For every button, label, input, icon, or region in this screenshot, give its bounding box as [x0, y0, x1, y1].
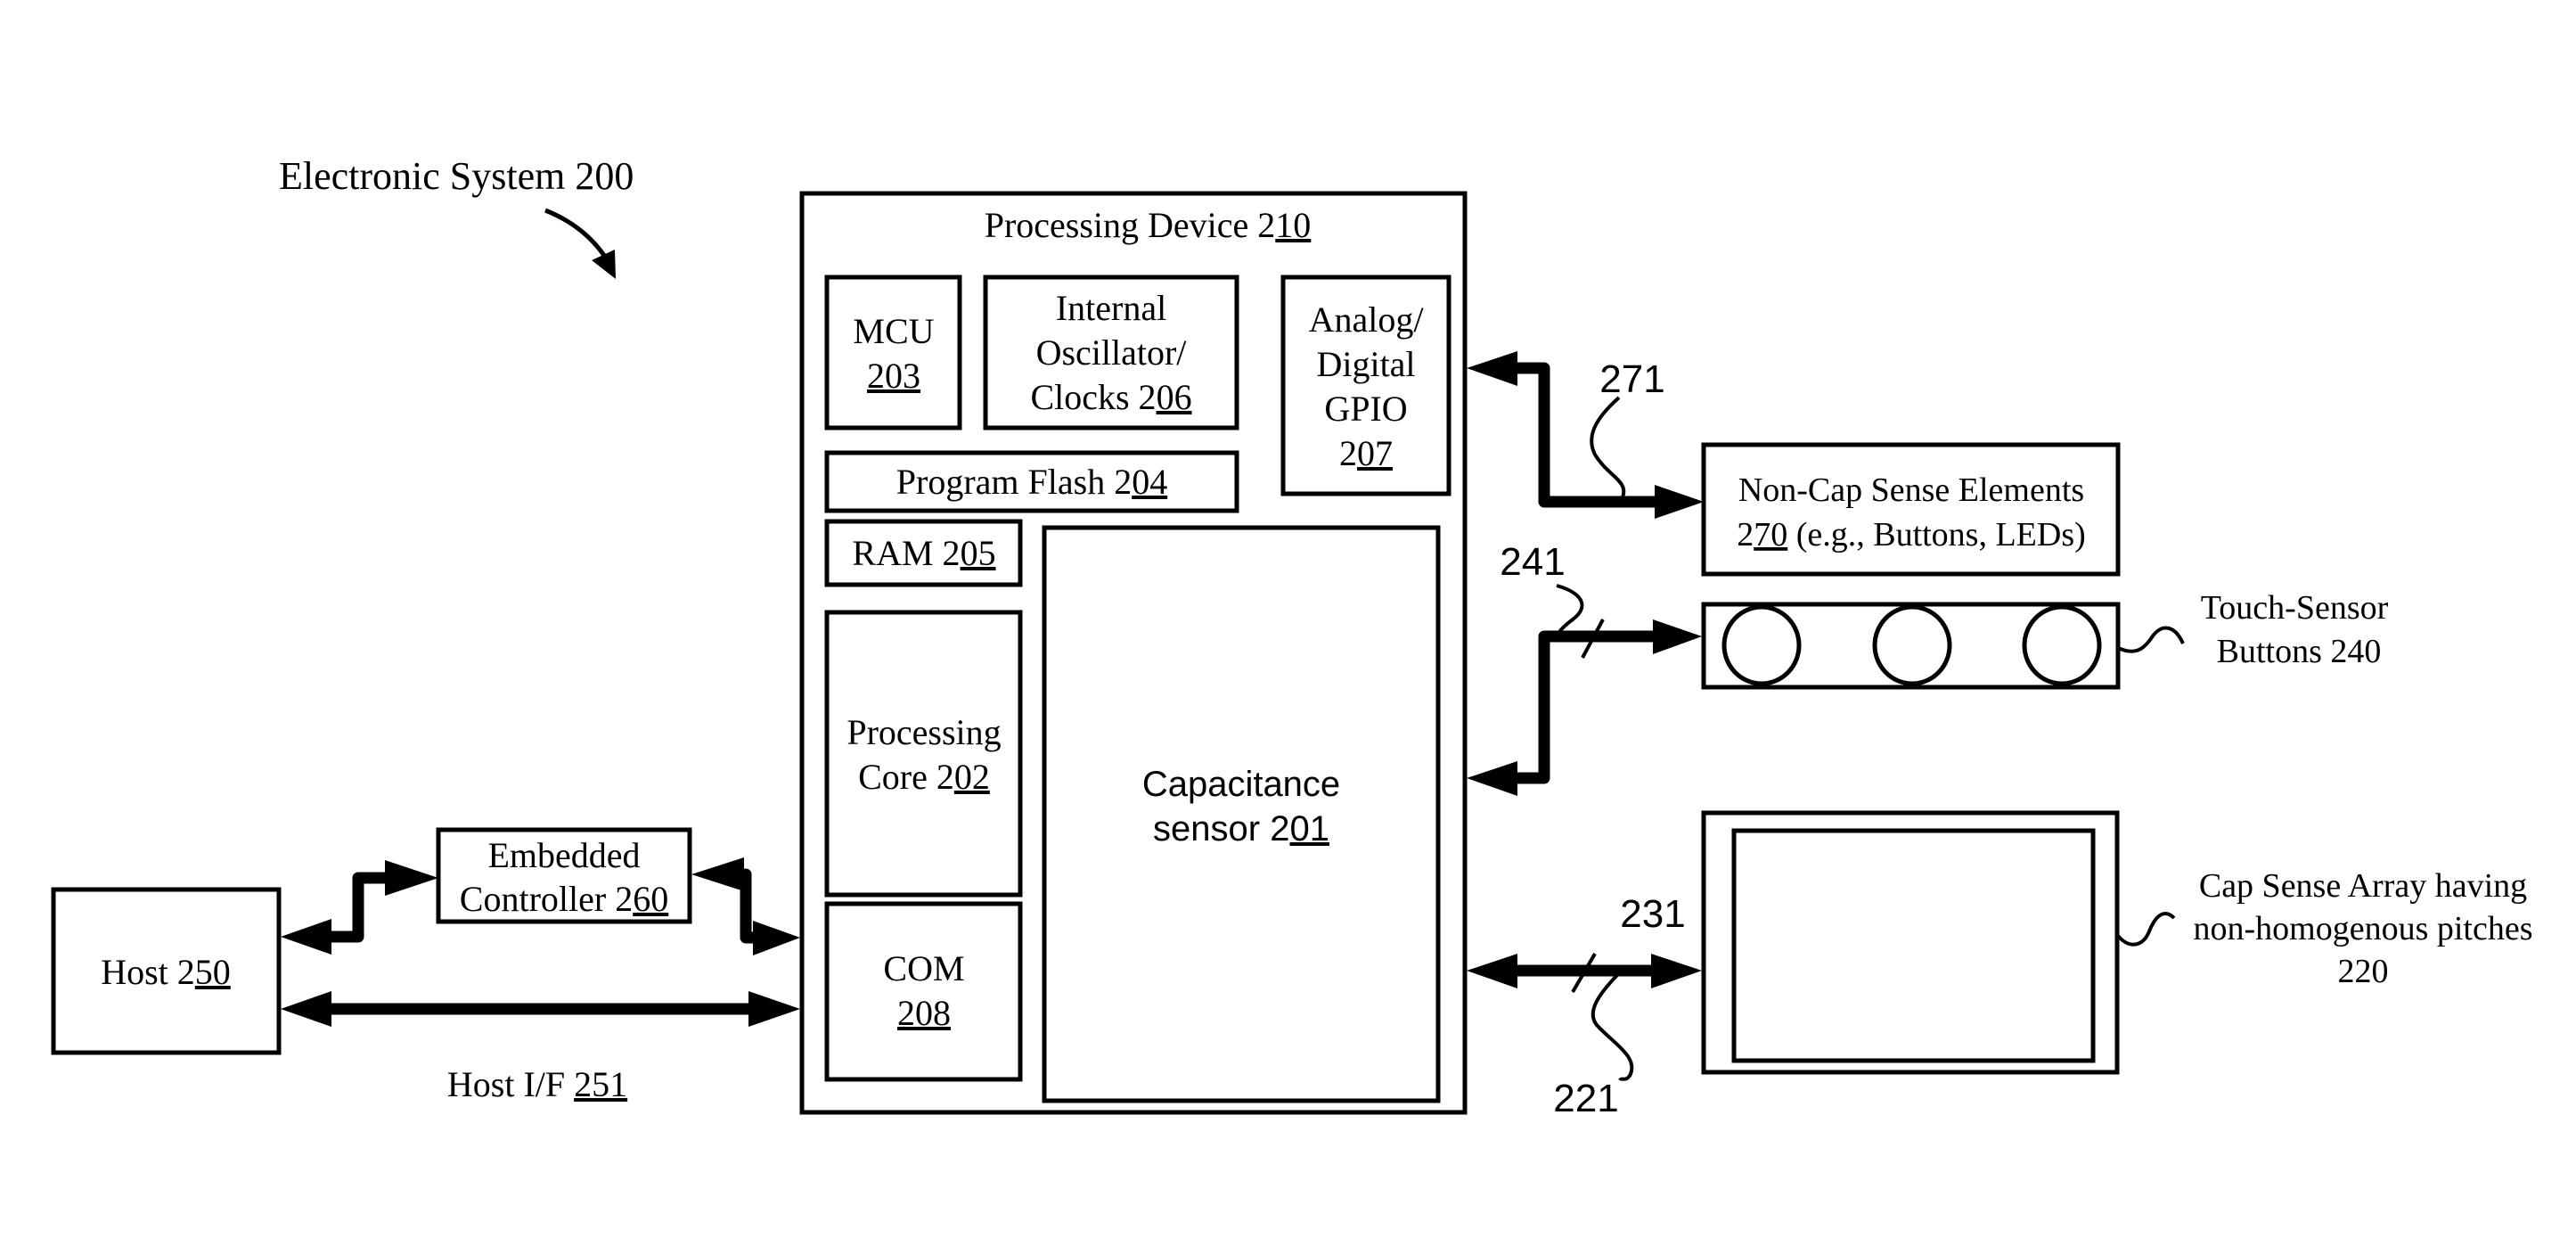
svg-text:GPIO: GPIO	[1324, 389, 1407, 429]
svg-text:Oscillator/: Oscillator/	[1036, 332, 1188, 373]
ram-block: RAM 205	[824, 519, 1023, 587]
cap-array-label-line3: 220	[2338, 953, 2389, 990]
processing-device-label: Processing Device 210	[985, 205, 1312, 245]
svg-text:Core 202: Core 202	[858, 757, 990, 797]
svg-text:208: 208	[897, 993, 951, 1033]
svg-text:Controller 260: Controller 260	[460, 879, 668, 919]
svg-text:Digital: Digital	[1316, 344, 1415, 384]
svg-text:207: 207	[1339, 433, 1393, 473]
host-interface-bus: Host I/F 251	[281, 991, 800, 1104]
mcu-block: MCU 203	[824, 275, 962, 430]
host-ec-bus	[281, 860, 438, 955]
bus-241: 241	[1467, 540, 1702, 796]
svg-text:Capacitance: Capacitance	[1142, 765, 1340, 804]
cap-array-label-line1: Cap Sense Array having	[2199, 867, 2527, 905]
cap-array-label-line2: non-homogenous pitches	[2193, 910, 2532, 947]
ref-241: 241	[1500, 540, 1565, 584]
svg-text:Program Flash 204: Program Flash 204	[896, 462, 1167, 502]
svg-text:Clocks 206: Clocks 206	[1030, 377, 1191, 417]
svg-text:270 (e.g., Buttons, LEDs): 270 (e.g., Buttons, LEDs)	[1737, 516, 2086, 553]
electronic-system-diagram: Electronic System 200 Processing Device …	[51, 154, 2533, 1120]
svg-text:203: 203	[867, 356, 920, 396]
program-flash-block: Program Flash 204	[824, 450, 1239, 513]
non-cap-sense-block: Non-Cap Sense Elements 270 (e.g., Button…	[1701, 442, 2121, 577]
touch-sensor-label-line1: Touch-Sensor	[2201, 589, 2389, 627]
svg-text:Analog/: Analog/	[1309, 299, 1425, 340]
svg-text:Processing: Processing	[846, 712, 1001, 752]
processing-core-block: Processing Core 202	[824, 610, 1023, 898]
cap-sense-array: Cap Sense Array having non-homogenous pi…	[1701, 810, 2533, 1075]
com-block: COM 208	[824, 901, 1023, 1082]
touch-sensor-label-line2: Buttons 240	[2217, 633, 2382, 670]
svg-text:sensor 201: sensor 201	[1153, 809, 1329, 849]
svg-text:Embedded: Embedded	[487, 835, 640, 875]
svg-text:RAM 205: RAM 205	[852, 533, 995, 573]
host-interface-label: Host I/F 251	[447, 1064, 627, 1104]
touch-sensor-buttons: Touch-Sensor Buttons 240	[1701, 589, 2389, 690]
svg-text:MCU: MCU	[853, 311, 934, 351]
ref-231: 231	[1620, 892, 1685, 936]
ref-221: 221	[1553, 1077, 1618, 1120]
gpio-block: Analog/ Digital GPIO 207	[1280, 275, 1452, 496]
ref-271: 271	[1599, 357, 1664, 401]
host-block: Host 250	[51, 887, 282, 1055]
capacitance-sensor-block: Capacitance sensor 201	[1042, 525, 1441, 1103]
bus-271: 271	[1467, 351, 1704, 519]
embedded-controller-block: Embedded Controller 260	[436, 827, 692, 924]
svg-text:Internal: Internal	[1056, 288, 1166, 328]
svg-text:Host 250: Host 250	[101, 952, 231, 992]
svg-text:COM: COM	[883, 948, 964, 988]
figure-title: Electronic System 200	[279, 154, 634, 198]
svg-text:Non-Cap Sense Elements: Non-Cap Sense Elements	[1738, 471, 2084, 509]
bus-231: 231 221	[1467, 892, 1702, 1120]
figure-pointer-arrow	[544, 208, 616, 279]
oscillator-block: Internal Oscillator/ Clocks 206	[983, 275, 1239, 430]
ec-processing-bus	[691, 857, 800, 955]
